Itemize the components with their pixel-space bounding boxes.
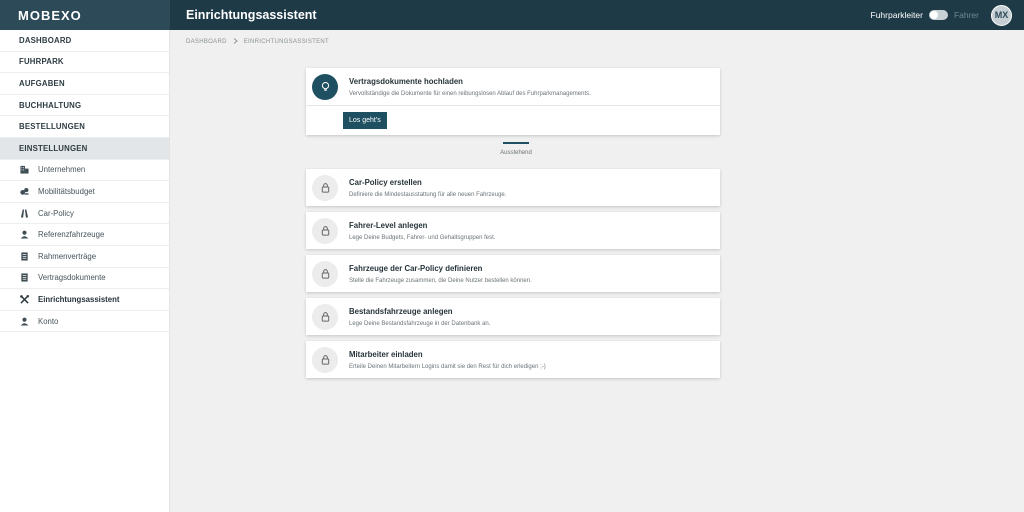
road-icon [19, 208, 29, 218]
task-description: Lege Deine Budgets, Fahrer- und Gehaltsg… [349, 234, 496, 241]
page-title: Einrichtungsassistent [186, 8, 317, 22]
task-title: Vertragsdokumente hochladen [349, 76, 463, 86]
sidebar-subitem-rahmenvertraege[interactable]: Rahmenverträge [0, 246, 169, 268]
brand-logo[interactable]: MOBEXO [0, 0, 170, 30]
status-label: Ausstehend [500, 150, 532, 156]
task-description: Stelle die Fahrzeuge zusammen, die Deine… [349, 277, 532, 284]
lightbulb-icon [312, 73, 338, 100]
sidebar-subitem-label: Referenzfahrzeuge [38, 230, 105, 240]
sidebar-subitem-label: Rahmenverträge [38, 251, 97, 261]
task-card[interactable]: Fahrer-Level anlegen Lege Deine Budgets,… [306, 212, 720, 249]
task-card[interactable]: Bestandsfahrzeuge anlegen Lege Deine Bes… [306, 298, 720, 335]
primary-task-card: Vertragsdokumente hochladen Vervollständ… [306, 68, 720, 135]
status-indicator: Ausstehend [475, 142, 557, 156]
sidebar-item-fuhrpark[interactable]: FUHRPARK [0, 52, 169, 74]
breadcrumb-root[interactable]: DASHBOARD [186, 39, 227, 45]
sidebar-item-dashboard[interactable]: DASHBOARD [0, 30, 169, 52]
sidebar-subitem-vertragsdokumente[interactable]: Vertragsdokumente [0, 268, 169, 290]
breadcrumb-current: EINRICHTUNGSASSISTENT [243, 39, 330, 45]
sidebar-subitem-label: Car-Policy [38, 208, 74, 218]
lock-icon [312, 303, 338, 330]
task-title: Fahrer-Level anlegen [349, 220, 428, 230]
role-toggle[interactable] [928, 10, 948, 20]
sidebar-subitem-einrichtungsassistent[interactable]: Einrichtungsassistent [0, 289, 169, 311]
document-icon [19, 251, 29, 261]
start-button[interactable]: Los geht's [343, 112, 387, 129]
sidebar: DASHBOARD FUHRPARK AUFGABEN BUCHHALTUNG … [0, 30, 170, 512]
task-title: Bestandsfahrzeuge anlegen [349, 306, 453, 316]
lock-icon [312, 260, 338, 287]
sidebar-item-aufgaben[interactable]: AUFGABEN [0, 73, 169, 95]
breadcrumb: DASHBOARD EINRICHTUNGSASSISTENT [186, 38, 329, 46]
role-label-fleet-manager[interactable]: Fuhrparkleiter [871, 10, 923, 20]
document-icon [19, 273, 29, 283]
lock-icon [312, 217, 338, 244]
lock-icon [312, 174, 338, 201]
chevron-right-icon [233, 38, 238, 46]
tools-icon [19, 294, 29, 304]
task-card[interactable]: Fahrzeuge der Car-Policy definieren Stel… [306, 255, 720, 292]
sidebar-item-bestellungen[interactable]: BESTELLUNGEN [0, 116, 169, 138]
status-bar [503, 142, 529, 144]
task-description: Vervollständige die Dokumente für einen … [349, 90, 591, 97]
sidebar-subitem-car-policy[interactable]: Car-Policy [0, 203, 169, 225]
person-icon [19, 230, 29, 240]
task-card[interactable]: Car-Policy erstellen Definiere die Minde… [306, 169, 720, 206]
task-title: Car-Policy erstellen [349, 177, 422, 187]
sidebar-subitem-mobilitaetsbudget[interactable]: Mobilitätsbudget [0, 181, 169, 203]
sidebar-subitem-label: Unternehmen [38, 165, 86, 175]
top-bar: MOBEXO Einrichtungsassistent Fuhrparklei… [0, 0, 1024, 30]
sidebar-subitem-label: Konto [38, 316, 59, 326]
building-icon [19, 165, 29, 175]
task-title: Fahrzeuge der Car-Policy definieren [349, 263, 483, 273]
task-description: Erteile Deinen Mitarbeitern Logins damit… [349, 363, 546, 370]
sidebar-subitem-konto[interactable]: Konto [0, 311, 169, 333]
sidebar-item-buchhaltung[interactable]: BUCHHALTUNG [0, 95, 169, 117]
task-description: Definiere die Mindestausstattung für all… [349, 191, 507, 198]
coins-icon [19, 186, 29, 196]
sidebar-subitem-label: Mobilitätsbudget [38, 186, 95, 196]
person-icon [19, 316, 29, 326]
task-description: Lege Deine Bestandsfahrzeuge in der Date… [349, 320, 491, 327]
main-content: DASHBOARD EINRICHTUNGSASSISTENT Vertrags… [170, 30, 1024, 512]
task-card[interactable]: Mitarbeiter einladen Erteile Deinen Mita… [306, 341, 720, 378]
lock-icon [312, 346, 338, 373]
task-title: Mitarbeiter einladen [349, 349, 423, 359]
sidebar-subitem-label: Einrichtungsassistent [38, 294, 120, 304]
role-label-driver[interactable]: Fahrer [954, 10, 979, 20]
sidebar-subitem-unternehmen[interactable]: Unternehmen [0, 160, 169, 182]
sidebar-subitem-label: Vertragsdokumente [38, 273, 106, 283]
sidebar-subitem-referenzfahrzeuge[interactable]: Referenzfahrzeuge [0, 224, 169, 246]
role-switcher: Fuhrparkleiter Fahrer MX [871, 0, 1012, 30]
avatar[interactable]: MX [991, 4, 1012, 26]
sidebar-item-einstellungen[interactable]: EINSTELLUNGEN [0, 137, 169, 160]
